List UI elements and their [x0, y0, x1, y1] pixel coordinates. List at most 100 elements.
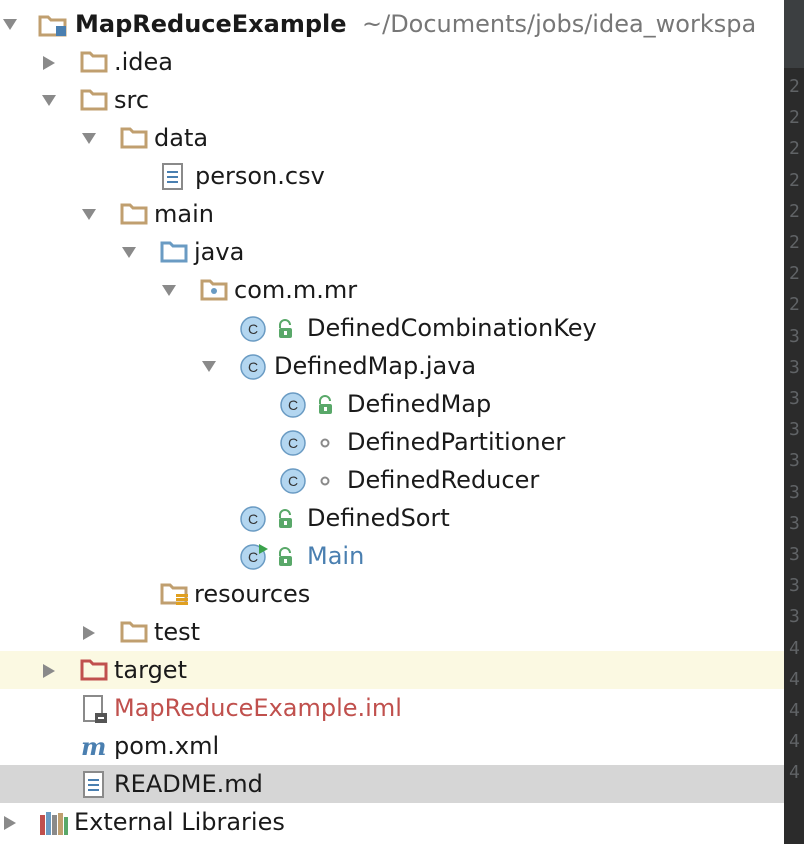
folder-icon	[120, 119, 148, 157]
resources-folder-icon	[160, 575, 188, 613]
tree-row-idea[interactable]: .idea	[0, 43, 784, 81]
class-icon: C	[239, 309, 267, 347]
chevron-right-icon[interactable]	[80, 613, 98, 651]
chevron-down-icon[interactable]	[160, 271, 178, 309]
class-label: DefinedReducer	[347, 466, 540, 494]
chevron-down-icon[interactable]	[1, 5, 19, 43]
gutter-line-number: 4	[789, 731, 800, 753]
tree-row-defined-reducer[interactable]: C DefinedReducer	[0, 461, 784, 499]
folder-label: .idea	[114, 48, 174, 76]
tree-row-target[interactable]: target	[0, 651, 784, 689]
maven-icon: m	[80, 727, 108, 765]
chevron-down-icon[interactable]	[40, 81, 58, 119]
gutter-line-number: 3	[789, 544, 800, 565]
gutter-line-number: 4	[789, 700, 800, 721]
gutter-line-number: 3	[789, 512, 800, 534]
gutter-line-number: 2	[789, 232, 800, 253]
tree-label: External Libraries	[74, 808, 285, 836]
tree-row-src[interactable]: src	[0, 81, 784, 119]
public-lock-icon	[276, 537, 294, 575]
class-icon: C	[279, 423, 307, 461]
chevron-down-icon[interactable]	[80, 119, 98, 157]
iml-file-icon	[82, 689, 110, 727]
svg-text:C: C	[288, 435, 298, 451]
tree-row-project[interactable]: MapReduceExample ~/Documents/jobs/idea_w…	[0, 5, 784, 43]
project-tree: MapReduceExample ~/Documents/jobs/idea_w…	[0, 0, 784, 844]
tree-row-person-csv[interactable]: person.csv	[0, 157, 784, 195]
gutter-line-number: 3	[789, 575, 800, 597]
chevron-right-icon[interactable]	[1, 803, 19, 841]
gutter-line-number: 4	[789, 668, 800, 690]
tree-row-defined-sort[interactable]: C DefinedSort	[0, 499, 784, 537]
tree-row-main-class[interactable]: C Main	[0, 537, 784, 575]
gutter-line-number: 3	[789, 388, 800, 409]
class-label: Main	[307, 542, 365, 570]
public-lock-icon	[316, 385, 334, 423]
class-icon: C	[279, 385, 307, 423]
tree-row-defined-combination-key[interactable]: C DefinedCombinationKey	[0, 309, 784, 347]
gutter-line-number: 3	[789, 419, 800, 441]
tree-row-pom[interactable]: m pom.xml	[0, 727, 784, 765]
gutter-line-number: 3	[789, 356, 800, 378]
tree-row-test[interactable]: test	[0, 613, 784, 651]
package-label: com.m.mr	[234, 276, 358, 304]
tree-row-resources[interactable]: resources	[0, 575, 784, 613]
gutter-line-number: 2	[789, 138, 800, 160]
file-label: README.md	[114, 770, 263, 798]
class-label: DefinedCombinationKey	[307, 314, 597, 342]
gutter-line-number: 2	[789, 107, 800, 129]
svg-text:C: C	[248, 549, 258, 565]
chevron-down-icon[interactable]	[80, 195, 98, 233]
folder-icon	[80, 43, 108, 81]
gutter-line-number: 3	[789, 325, 800, 347]
gutter-line-number: 4	[789, 762, 800, 784]
gutter-header	[784, 0, 804, 68]
excluded-folder-icon	[80, 651, 108, 689]
file-label: MapReduceExample.iml	[114, 694, 402, 722]
gutter-line-number: 2	[789, 169, 800, 191]
folder-icon	[120, 195, 148, 233]
gutter-line-number: 2	[789, 76, 800, 97]
tree-row-main[interactable]: main	[0, 195, 784, 233]
folder-label: data	[154, 124, 209, 152]
chevron-down-icon[interactable]	[200, 347, 218, 385]
tree-row-defined-partitioner[interactable]: C DefinedPartitioner	[0, 423, 784, 461]
class-label: DefinedPartitioner	[347, 428, 566, 456]
svg-text:m: m	[81, 733, 106, 761]
source-folder-icon	[160, 233, 188, 271]
class-label: DefinedMap	[347, 390, 492, 418]
folder-icon	[120, 613, 148, 651]
tree-row-java[interactable]: java	[0, 233, 784, 271]
gutter-line-number: 4	[789, 637, 800, 659]
file-label: pom.xml	[114, 732, 220, 760]
svg-text:C: C	[248, 511, 258, 527]
text-file-icon	[161, 157, 189, 195]
project-name: MapReduceExample	[75, 10, 347, 38]
tree-row-iml[interactable]: MapReduceExample.iml	[0, 689, 784, 727]
tree-row-data[interactable]: data	[0, 119, 784, 157]
chevron-right-icon[interactable]	[40, 43, 58, 81]
tree-row-defined-map[interactable]: C DefinedMap	[0, 385, 784, 423]
gutter-line-number: 2	[789, 294, 800, 316]
folder-label: java	[194, 238, 245, 266]
project-path: ~/Documents/jobs/idea_workspa	[362, 10, 757, 38]
svg-text:C: C	[288, 397, 298, 413]
file-label: person.csv	[195, 162, 325, 190]
gutter-line-number: 2	[789, 263, 800, 285]
tree-row-package[interactable]: com.m.mr	[0, 271, 784, 309]
tree-row-readme[interactable]: README.md	[0, 765, 784, 803]
folder-icon	[80, 81, 108, 119]
gutter-line-number: 2	[789, 200, 800, 222]
folder-label: resources	[194, 580, 311, 608]
tree-row-defined-map-java[interactable]: C DefinedMap.java	[0, 347, 784, 385]
module-folder-icon	[38, 5, 67, 43]
class-icon: C	[279, 461, 307, 499]
folder-label: target	[114, 656, 187, 684]
text-file-icon	[82, 765, 110, 803]
gutter-line-number: 3	[789, 450, 800, 472]
file-label: DefinedMap.java	[274, 352, 477, 380]
package-private-dot-icon	[318, 423, 336, 461]
tree-row-external-libraries[interactable]: External Libraries	[0, 803, 784, 841]
chevron-right-icon[interactable]	[40, 651, 58, 689]
chevron-down-icon[interactable]	[120, 233, 138, 271]
